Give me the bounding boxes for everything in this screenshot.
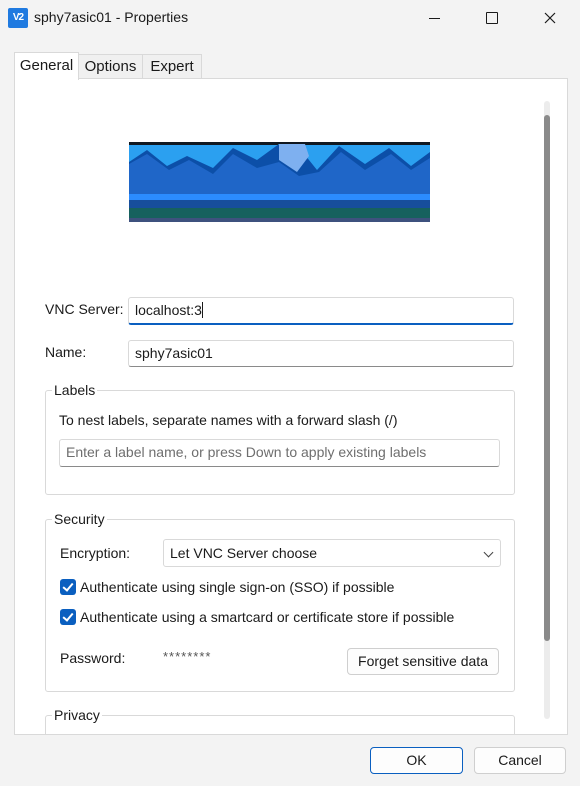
- vnc-server-value: localhost:3: [135, 302, 202, 318]
- name-label: Name:: [45, 344, 87, 360]
- text-caret: [201, 302, 203, 318]
- sso-checkbox[interactable]: [60, 579, 76, 595]
- encryption-value: Let VNC Server choose: [170, 545, 318, 561]
- privacy-group-title: Privacy: [52, 707, 102, 723]
- scrollbar-thumb[interactable]: [544, 115, 550, 641]
- close-button[interactable]: [521, 0, 579, 36]
- labels-group: Labels To nest labels, separate names wi…: [45, 382, 515, 495]
- tab-options[interactable]: Options: [78, 54, 143, 79]
- minimize-button[interactable]: [405, 0, 463, 36]
- name-input[interactable]: sphy7asic01: [128, 340, 514, 367]
- vnc-server-input[interactable]: localhost:3: [128, 297, 514, 325]
- tab-expert[interactable]: Expert: [142, 54, 202, 79]
- security-group-title: Security: [52, 511, 107, 527]
- label-input-placeholder: Enter a label name, or press Down to app…: [66, 444, 427, 460]
- smartcard-checkbox[interactable]: [60, 609, 76, 625]
- general-tab-panel: VNC Server: localhost:3 Name: sphy7asic0…: [14, 78, 568, 735]
- vnc-server-label: VNC Server:: [45, 301, 124, 317]
- ok-button[interactable]: OK: [370, 747, 463, 774]
- forget-sensitive-data-button[interactable]: Forget sensitive data: [347, 648, 499, 675]
- vertical-scrollbar[interactable]: [544, 101, 550, 719]
- checkmark-icon: [62, 610, 74, 622]
- privacy-group: Privacy: [45, 707, 515, 734]
- labels-hint: To nest labels, separate names with a fo…: [59, 412, 398, 428]
- window-title: sphy7asic01 - Properties: [34, 9, 189, 25]
- name-value: sphy7asic01: [135, 345, 213, 361]
- desktop-thumbnail: [129, 142, 430, 222]
- cancel-button[interactable]: Cancel: [474, 747, 566, 774]
- labels-group-title: Labels: [52, 382, 98, 398]
- chevron-down-icon: [483, 547, 494, 558]
- sso-checkbox-label[interactable]: Authenticate using single sign-on (SSO) …: [80, 579, 394, 595]
- maximize-button[interactable]: [463, 0, 521, 36]
- password-label: Password:: [60, 650, 126, 666]
- password-value: ********: [163, 649, 212, 664]
- maximize-icon: [486, 12, 498, 24]
- vnc-viewer-app-icon: V2: [8, 8, 28, 28]
- close-icon: [544, 12, 556, 24]
- smartcard-checkbox-label[interactable]: Authenticate using a smartcard or certif…: [80, 609, 454, 625]
- checkmark-icon: [62, 580, 74, 592]
- tab-general[interactable]: General: [14, 52, 79, 80]
- security-group: Security Encryption: Let VNC Server choo…: [45, 511, 515, 692]
- minimize-icon: [428, 17, 440, 19]
- encryption-dropdown[interactable]: Let VNC Server choose: [163, 539, 501, 567]
- encryption-label: Encryption:: [60, 545, 131, 561]
- title-bar: V2 sphy7asic01 - Properties: [0, 0, 580, 36]
- label-input[interactable]: Enter a label name, or press Down to app…: [59, 439, 500, 467]
